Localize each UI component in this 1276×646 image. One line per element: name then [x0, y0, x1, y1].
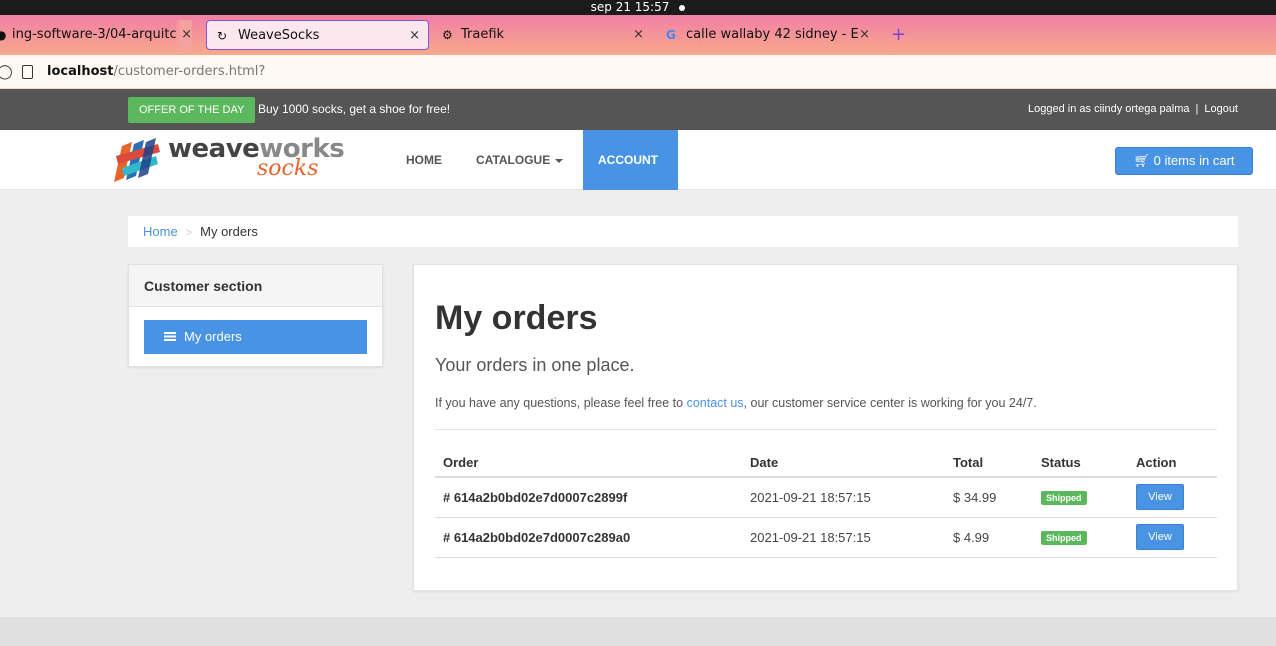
breadcrumb-home[interactable]: Home — [143, 224, 178, 239]
info-before: If you have any questions, please feel f… — [435, 396, 687, 410]
github-icon: ● — [0, 28, 7, 42]
order-id: # 614a2b0bd02e7d0007c2899f — [435, 477, 742, 518]
order-status-cell: Shipped — [1033, 477, 1128, 518]
orders-table: Order Date Total Status Action # 614a2b0… — [435, 449, 1217, 558]
main-navbar: weaveworks socks HOME CATALOGUE ACCOUNT … — [0, 130, 1276, 190]
column-header-order: Order — [435, 449, 742, 478]
new-tab-button[interactable]: + — [891, 20, 906, 50]
status-badge: Shipped — [1041, 531, 1087, 545]
status-badge: Shipped — [1041, 491, 1087, 506]
list-icon — [164, 332, 176, 342]
google-icon: G — [666, 28, 676, 42]
tab-label: Traefik — [461, 27, 505, 42]
socks-favicon-icon: ↻ — [217, 29, 228, 43]
cart-icon: 🛒︎ — [1133, 153, 1150, 168]
address-bar[interactable]: ◯ localhost/customer-orders.html? — [0, 55, 1276, 89]
url-host: localhost — [47, 64, 114, 79]
logout-link[interactable]: Logout — [1204, 103, 1238, 115]
login-info: Logged in as ciindy ortega palma | Logout — [1028, 89, 1238, 130]
table-header-row: Order Date Total Status Action — [435, 449, 1217, 478]
close-icon[interactable]: × — [175, 20, 192, 50]
traefik-icon: ⚙ — [442, 28, 453, 42]
column-header-action: Action — [1128, 449, 1217, 478]
breadcrumb: Home > My orders — [128, 216, 1238, 247]
os-clock: sep 21 15:57 — [590, 0, 670, 14]
table-row: # 614a2b0bd02e7d0007c289a0 2021-09-21 18… — [435, 517, 1217, 558]
site-top-bar: OFFER OF THE DAY Buy 1000 socks, get a s… — [0, 89, 1276, 130]
sidebar-item-label: My orders — [184, 329, 242, 344]
sidebar-item-my-orders[interactable]: My orders — [144, 320, 367, 354]
order-total: $ 34.99 — [945, 477, 1033, 518]
close-icon[interactable]: × — [633, 20, 644, 50]
column-header-status: Status — [1033, 449, 1128, 478]
orders-panel: My orders Your orders in one place. If y… — [413, 264, 1238, 591]
customer-section-panel: Customer section My orders — [128, 264, 383, 367]
column-header-total: Total — [945, 449, 1033, 478]
order-id: # 614a2b0bd02e7d0007c289a0 — [435, 517, 742, 558]
shield-icon[interactable]: ◯ — [0, 55, 13, 89]
url-text[interactable]: localhost/customer-orders.html? — [47, 55, 265, 89]
page-title: My orders — [435, 299, 598, 337]
nav-account[interactable]: ACCOUNT — [583, 130, 678, 190]
logo-text-weave: weave — [168, 134, 260, 164]
table-row: # 614a2b0bd02e7d0007c2899f 2021-09-21 18… — [435, 477, 1217, 518]
page-lead: Your orders in one place. — [435, 355, 635, 375]
browser-tab-github[interactable]: ● ing-software-3/04-arquitc × — [0, 20, 200, 50]
breadcrumb-current: My orders — [200, 224, 258, 239]
browser-tab-weavesocks[interactable]: ↻ WeaveSocks × — [206, 20, 429, 50]
order-status-cell: Shipped — [1033, 517, 1128, 558]
info-text: If you have any questions, please feel f… — [435, 396, 1037, 410]
contact-us-link[interactable]: contact us — [687, 396, 744, 410]
weaveworks-logo[interactable]: weaveworks socks — [112, 134, 352, 184]
weaveworks-logo-icon — [114, 138, 160, 182]
order-action-cell: View — [1128, 517, 1217, 558]
separator: | — [1195, 103, 1199, 115]
caret-down-icon — [555, 158, 564, 163]
tab-label: calle wallaby 42 sidney - E — [686, 27, 859, 42]
breadcrumb-separator: > — [185, 227, 193, 239]
order-date: 2021-09-21 18:57:15 — [742, 517, 945, 558]
divider — [435, 429, 1217, 430]
order-action-cell: View — [1128, 477, 1217, 518]
info-after: , our customer service center is working… — [743, 396, 1037, 410]
browser-tab-google[interactable]: G calle wallaby 42 sidney - E × — [656, 20, 878, 50]
close-icon[interactable]: × — [409, 21, 420, 49]
offer-of-the-day-button[interactable]: OFFER OF THE DAY — [128, 97, 256, 123]
nav-catalogue[interactable]: CATALOGUE — [476, 130, 564, 190]
order-total: $ 4.99 — [945, 517, 1033, 558]
browser-tab-traefik[interactable]: ⚙ Traefik × — [432, 20, 652, 50]
logo-subtext: socks — [257, 156, 319, 181]
nav-catalogue-label: CATALOGUE — [476, 153, 551, 167]
tab-label: WeaveSocks — [238, 28, 320, 43]
nav-home[interactable]: HOME — [406, 130, 442, 190]
logged-in-text: Logged in as ciindy ortega palma — [1028, 103, 1190, 115]
footer-strip — [0, 617, 1276, 646]
close-icon[interactable]: × — [859, 20, 870, 50]
view-order-button[interactable]: View — [1136, 484, 1184, 511]
notification-dot-icon — [679, 4, 686, 11]
order-date: 2021-09-21 18:57:15 — [742, 477, 945, 518]
cart-button[interactable]: 🛒︎ 0 items in cart — [1115, 147, 1253, 175]
column-header-date: Date — [742, 449, 945, 478]
url-path: /customer-orders.html? — [113, 64, 266, 79]
sidebar-title: Customer section — [129, 265, 382, 307]
page-icon — [22, 65, 33, 79]
os-top-bar: sep 21 15:57 — [0, 0, 1276, 15]
cart-label: 0 items in cart — [1153, 153, 1235, 168]
browser-tab-strip: ● ing-software-3/04-arquitc × ↻ WeaveSoc… — [0, 15, 1276, 55]
view-order-button[interactable]: View — [1136, 524, 1184, 550]
offer-text: Buy 1000 socks, get a shoe for free! — [258, 102, 451, 116]
tab-label: ing-software-3/04-arquitc — [12, 27, 177, 42]
